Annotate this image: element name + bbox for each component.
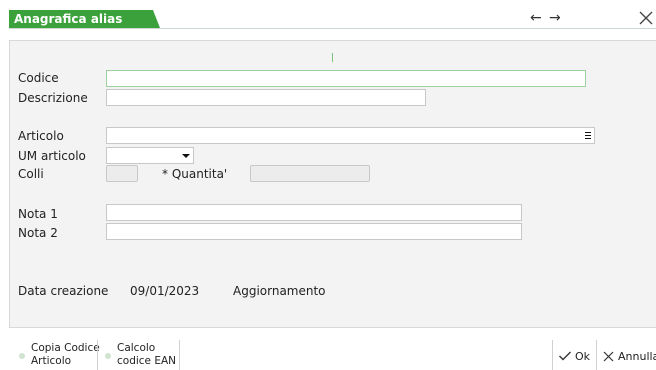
arrow-right-icon[interactable]: → (549, 10, 561, 26)
toolbar-separator (179, 340, 180, 370)
close-icon[interactable] (637, 8, 656, 28)
codice-field[interactable] (106, 70, 586, 87)
toolbar-separator (552, 340, 553, 370)
cursor-marker (332, 53, 333, 62)
list-icon[interactable] (585, 132, 591, 139)
copia-label-line2: Articolo (31, 355, 72, 367)
window-title: Anagrafica alias (14, 12, 123, 26)
quantita-field[interactable] (250, 165, 370, 182)
nota2-field[interactable] (106, 223, 522, 240)
title-divider (9, 28, 656, 29)
articolo-field[interactable] (106, 127, 595, 144)
aggiornamento-label: Aggiornamento (233, 284, 326, 298)
copia-codice-articolo-button[interactable]: Copia Codice Articolo (19, 338, 100, 370)
calcolo-label-line1: Calcolo (117, 342, 156, 354)
quantita-label: * Quantita' (162, 167, 228, 181)
calcolo-label-line2: codice EAN (117, 355, 177, 367)
copia-button-label: Copia Codice Articolo (31, 342, 100, 368)
codice-label: Codice (18, 71, 59, 85)
toolbar-separator (97, 340, 98, 370)
annulla-label: Annulla (618, 349, 656, 363)
status-dot-icon (19, 353, 25, 359)
nota1-label: Nota 1 (18, 207, 58, 221)
annulla-button[interactable]: Annulla (602, 347, 656, 365)
ok-button[interactable]: Ok (558, 347, 590, 365)
descrizione-label: Descrizione (18, 91, 88, 105)
colli-field[interactable] (106, 165, 138, 182)
data-creazione-label: Data creazione (18, 284, 109, 298)
status-dot-icon (105, 353, 111, 359)
check-icon (559, 351, 571, 361)
cancel-x-icon (603, 351, 614, 361)
calcolo-codice-ean-button[interactable]: Calcolo codice EAN (105, 338, 180, 370)
articolo-label: Articolo (18, 129, 64, 143)
descrizione-field[interactable] (106, 89, 426, 106)
bottom-toolbar: Copia Codice Articolo Calcolo codice EAN… (0, 338, 656, 370)
um-articolo-label: UM articolo (18, 149, 86, 163)
toolbar-separator (596, 340, 597, 370)
nota2-label: Nota 2 (18, 226, 58, 240)
calcolo-button-label: Calcolo codice EAN (117, 342, 176, 368)
title-bar: Anagrafica alias ← → (0, 0, 656, 30)
data-creazione-value: 09/01/2023 (130, 284, 200, 298)
nota1-field[interactable] (106, 204, 522, 221)
ok-label: Ok (575, 349, 591, 363)
chevron-down-icon[interactable] (182, 154, 190, 158)
um-articolo-select[interactable] (106, 147, 194, 164)
colli-label: Colli (18, 167, 44, 181)
arrow-left-icon[interactable]: ← (530, 10, 542, 26)
copia-label-line1: Copia Codice (31, 342, 100, 354)
